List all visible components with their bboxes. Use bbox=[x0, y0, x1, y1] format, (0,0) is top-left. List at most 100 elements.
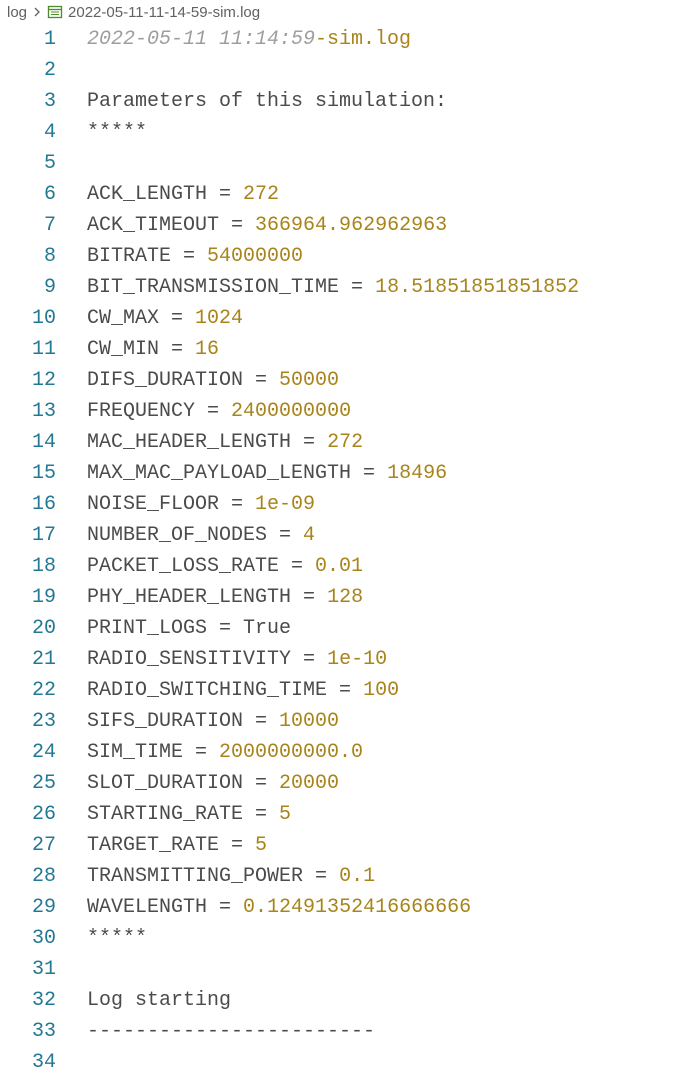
param-equals: = bbox=[243, 772, 280, 795]
param-value: 128 bbox=[327, 586, 364, 609]
param-line: BITRATE = 54000000 bbox=[87, 245, 303, 268]
line-number: 4 bbox=[43, 121, 56, 144]
param-key: TARGET_RATE bbox=[87, 834, 220, 857]
param-value: 0.1 bbox=[339, 865, 376, 888]
param-equals: = bbox=[159, 338, 196, 361]
log-title-suffix: -sim.log bbox=[315, 28, 412, 51]
param-equals: = bbox=[291, 648, 328, 671]
param-key: CW_MIN bbox=[87, 338, 160, 361]
editor-line: 34 bbox=[0, 1047, 691, 1077]
param-line: PRINT_LOGS = True bbox=[87, 617, 291, 640]
param-key: MAC_HEADER_LENGTH bbox=[87, 431, 292, 454]
dash-separator: ------------------------ bbox=[87, 1020, 376, 1043]
breadcrumb-folder[interactable]: log bbox=[7, 4, 27, 21]
line-number: 29 bbox=[31, 896, 56, 919]
line-number: 34 bbox=[31, 1051, 56, 1074]
param-value: 5 bbox=[255, 834, 268, 857]
line-number: 14 bbox=[31, 431, 56, 454]
param-equals: = bbox=[219, 834, 256, 857]
line-number: 12 bbox=[31, 369, 56, 392]
param-line: FREQUENCY = 2400000000 bbox=[87, 400, 351, 423]
editor-line: 15 MAX_MAC_PAYLOAD_LENGTH = 18496 bbox=[0, 458, 691, 489]
editor-line: 29 WAVELENGTH = 0.12491352416666666 bbox=[0, 892, 691, 923]
param-line: ACK_LENGTH = 272 bbox=[87, 183, 279, 206]
stars-separator-close: ***** bbox=[87, 927, 148, 950]
log-title-timestamp: 2022-05-11 11:14:59 bbox=[87, 28, 316, 51]
param-key: NUMBER_OF_NODES bbox=[87, 524, 268, 547]
line-number: 20 bbox=[31, 617, 56, 640]
param-key: FREQUENCY bbox=[87, 400, 196, 423]
chevron-right-icon bbox=[34, 7, 40, 17]
editor-line: 20 PRINT_LOGS = True bbox=[0, 613, 691, 644]
line-number: 31 bbox=[31, 958, 56, 981]
editor-line: 33 ------------------------ bbox=[0, 1016, 691, 1047]
editor-line: 2 bbox=[0, 55, 691, 86]
param-value: 1e-10 bbox=[327, 648, 388, 671]
editor-line: 6 ACK_LENGTH = 272 bbox=[0, 179, 691, 210]
param-line: RADIO_SENSITIVITY = 1e-10 bbox=[87, 648, 387, 671]
param-value: 272 bbox=[243, 183, 280, 206]
param-line: NOISE_FLOOR = 1e-09 bbox=[87, 493, 315, 516]
param-line: MAX_MAC_PAYLOAD_LENGTH = 18496 bbox=[87, 462, 447, 485]
param-line: CW_MAX = 1024 bbox=[87, 307, 243, 330]
param-line: MAC_HEADER_LENGTH = 272 bbox=[87, 431, 363, 454]
param-equals: = bbox=[207, 896, 244, 919]
breadcrumb: log 2022-05-11-11-14-59-sim.log bbox=[0, 0, 691, 24]
param-value: 0.01 bbox=[315, 555, 364, 578]
line-number: 18 bbox=[31, 555, 56, 578]
param-line: PHY_HEADER_LENGTH = 128 bbox=[87, 586, 363, 609]
param-equals: = bbox=[171, 245, 208, 268]
param-value: True bbox=[243, 617, 292, 640]
param-key: MAX_MAC_PAYLOAD_LENGTH bbox=[87, 462, 352, 485]
param-equals: = bbox=[327, 679, 364, 702]
line-number: 30 bbox=[31, 927, 56, 950]
param-value: 272 bbox=[327, 431, 364, 454]
line-number: 10 bbox=[31, 307, 56, 330]
editor-line: 23 SIFS_DURATION = 10000 bbox=[0, 706, 691, 737]
line-number: 25 bbox=[31, 772, 56, 795]
param-key: RADIO_SENSITIVITY bbox=[87, 648, 292, 671]
line-number: 33 bbox=[31, 1020, 56, 1043]
param-key: STARTING_RATE bbox=[87, 803, 244, 826]
param-line: SLOT_DURATION = 20000 bbox=[87, 772, 339, 795]
param-key: BIT_TRANSMISSION_TIME bbox=[87, 276, 340, 299]
param-line: PACKET_LOSS_RATE = 0.01 bbox=[87, 555, 363, 578]
line-number: 26 bbox=[31, 803, 56, 826]
line-content: 2022-05-11 11:14:59-sim.log bbox=[87, 28, 411, 51]
param-equals: = bbox=[195, 400, 232, 423]
param-key: ACK_LENGTH bbox=[87, 183, 208, 206]
editor-line: 10 CW_MAX = 1024 bbox=[0, 303, 691, 334]
param-value: 10000 bbox=[279, 710, 340, 733]
log-starting-text: Log starting bbox=[87, 989, 232, 1012]
param-value: 16 bbox=[195, 338, 220, 361]
line-number: 23 bbox=[31, 710, 56, 733]
param-value: 0.12491352416666666 bbox=[243, 896, 472, 919]
line-number: 17 bbox=[31, 524, 56, 547]
line-number: 6 bbox=[43, 183, 56, 206]
editor-line: 18 PACKET_LOSS_RATE = 0.01 bbox=[0, 551, 691, 582]
editor-line: 30 ***** bbox=[0, 923, 691, 954]
editor-line: 19 PHY_HEADER_LENGTH = 128 bbox=[0, 582, 691, 613]
line-number: 13 bbox=[31, 400, 56, 423]
editor-line: 32 Log starting bbox=[0, 985, 691, 1016]
line-number: 24 bbox=[31, 741, 56, 764]
stars-separator-open: ***** bbox=[87, 121, 148, 144]
param-key: SLOT_DURATION bbox=[87, 772, 244, 795]
line-number: 8 bbox=[43, 245, 56, 268]
editor-line: 9 BIT_TRANSMISSION_TIME = 18.518518518518… bbox=[0, 272, 691, 303]
param-key: BITRATE bbox=[87, 245, 172, 268]
editor-line: 8 BITRATE = 54000000 bbox=[0, 241, 691, 272]
param-equals: = bbox=[243, 803, 280, 826]
param-equals: = bbox=[303, 865, 340, 888]
breadcrumb-file[interactable]: 2022-05-11-11-14-59-sim.log bbox=[68, 4, 260, 21]
param-equals: = bbox=[243, 369, 280, 392]
line-number: 32 bbox=[31, 989, 56, 1012]
param-line: NUMBER_OF_NODES = 4 bbox=[87, 524, 315, 547]
editor-line: 21 RADIO_SENSITIVITY = 1e-10 bbox=[0, 644, 691, 675]
param-line: CW_MIN = 16 bbox=[87, 338, 219, 361]
param-equals: = bbox=[351, 462, 388, 485]
param-equals: = bbox=[159, 307, 196, 330]
editor-line: 5 bbox=[0, 148, 691, 179]
param-value: 1e-09 bbox=[255, 493, 316, 516]
editor-line: 4 ***** bbox=[0, 117, 691, 148]
